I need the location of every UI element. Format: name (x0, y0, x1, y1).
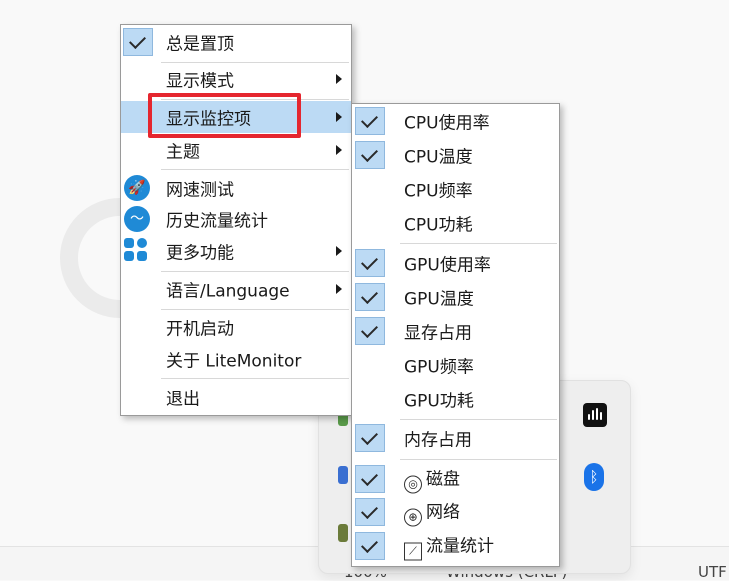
check-icon (123, 28, 153, 56)
submenu-arrow-icon (336, 74, 342, 84)
menu-item-theme[interactable]: 主题 (121, 134, 351, 166)
chart-icon: ⟋ (404, 542, 422, 561)
rocket-icon: 🚀 (124, 175, 150, 201)
check-icon (355, 424, 385, 452)
menu-divider (400, 243, 557, 244)
menu-divider (400, 459, 557, 460)
submenu-item-gpu-temp[interactable]: GPU温度 (352, 281, 559, 313)
check-icon (355, 283, 385, 311)
submenu-item-network[interactable]: ⊕ 网络 (352, 496, 559, 528)
menu-item-always-on-top[interactable]: 总是置顶 (121, 26, 351, 58)
submenu-arrow-icon (336, 112, 342, 122)
check-icon (355, 107, 385, 135)
pulse-icon: 〜 (124, 206, 150, 232)
app-icon (338, 524, 348, 542)
submenu-arrow-icon (336, 145, 342, 155)
submenu-item-cpu-usage[interactable]: CPU使用率 (352, 105, 559, 137)
display-items-submenu: CPU使用率 CPU温度 CPU频率 CPU功耗 GPU使用率 GPU温度 显存… (351, 103, 560, 567)
submenu-item-gpu-freq[interactable]: GPU频率 (352, 349, 559, 381)
submenu-item-cpu-temp[interactable]: CPU温度 (352, 139, 559, 171)
submenu-arrow-icon (336, 246, 342, 256)
submenu-arrow-icon (336, 284, 342, 294)
submenu-label-network: 网络 (426, 502, 460, 523)
menu-divider (161, 309, 349, 310)
submenu-item-vram-usage[interactable]: 显存占用 (352, 315, 559, 347)
encoding[interactable]: UTF (698, 563, 727, 581)
submenu-item-traffic-stats[interactable]: ⟋ 流量统计 (352, 530, 559, 562)
submenu-item-gpu-power[interactable]: GPU功耗 (352, 383, 559, 415)
submenu-item-disk[interactable]: ◎ 磁盘 (352, 463, 559, 495)
submenu-item-mem-usage[interactable]: 内存占用 (352, 422, 559, 454)
disk-icon: ◎ (404, 475, 422, 494)
submenu-label-traffic-stats: 流量统计 (426, 536, 494, 557)
menu-item-language[interactable]: 语言/Language (121, 273, 351, 305)
menu-item-display-mode[interactable]: 显示模式 (121, 63, 351, 95)
check-icon (355, 249, 385, 277)
submenu-label-disk: 磁盘 (426, 469, 460, 490)
submenu-item-gpu-usage[interactable]: GPU使用率 (352, 247, 559, 279)
audio-visualizer-icon[interactable] (583, 403, 607, 427)
check-icon (355, 498, 385, 526)
check-icon (355, 317, 385, 345)
highlight-callout (148, 93, 301, 138)
menu-item-traffic-history[interactable]: 〜 历史流量统计 (121, 203, 351, 235)
submenu-item-cpu-freq[interactable]: CPU频率 (352, 173, 559, 205)
check-icon (355, 532, 385, 560)
menu-divider (161, 169, 349, 170)
menu-divider (161, 378, 349, 379)
menu-divider (400, 419, 557, 420)
menu-divider (161, 271, 349, 272)
check-icon (355, 465, 385, 493)
apps-grid-icon (124, 238, 150, 264)
bluetooth-icon[interactable]: ᛒ (584, 463, 604, 491)
menu-item-more-features[interactable]: 更多功能 (121, 235, 351, 267)
menu-item-autostart[interactable]: 开机启动 (121, 311, 351, 343)
tray-context-menu: 总是置顶 显示模式 显示监控项 主题 🚀 网速测试 〜 历史流量统计 更多功能 … (120, 24, 352, 416)
submenu-item-cpu-power[interactable]: CPU功耗 (352, 207, 559, 239)
check-icon (355, 141, 385, 169)
menu-item-about[interactable]: 关于 LiteMonitor (121, 343, 351, 375)
menu-item-speed-test[interactable]: 🚀 网速测试 (121, 172, 351, 204)
app-icon (338, 466, 348, 484)
globe-icon: ⊕ (404, 508, 422, 527)
menu-item-exit[interactable]: 退出 (121, 381, 351, 413)
